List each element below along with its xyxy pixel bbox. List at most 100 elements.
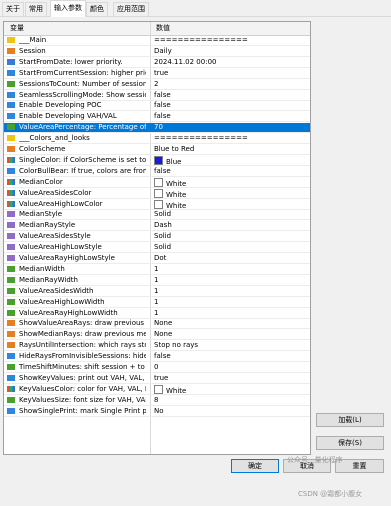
param-row[interactable]: TimeShiftMinutes: shift session + to the… [4, 363, 310, 373]
param-name: Session [19, 46, 46, 55]
param-value[interactable]: None [154, 319, 304, 328]
param-name: ValueAreaHighLowStyle [19, 243, 102, 252]
param-row[interactable]: ValueAreaSidesColor White [4, 188, 310, 199]
param-name: ValueAreaHighLowWidth [19, 297, 105, 306]
param-row[interactable]: KeyValuesSize: font size for VAH, VAL...… [4, 396, 310, 406]
param-value[interactable]: 1 [154, 309, 304, 318]
param-row[interactable]: ValueAreaHighLowWidth 1 [4, 298, 310, 308]
param-row[interactable]: SingleColor: if ColorScheme is set to S.… [4, 155, 310, 166]
param-name: ValueAreaSidesStyle [19, 232, 91, 241]
param-value[interactable]: 1 [154, 265, 304, 274]
tab-about[interactable]: 关于 [2, 2, 24, 16]
param-row[interactable]: StartFromCurrentSession: higher prior...… [4, 69, 310, 79]
header-variable: 变量 [10, 24, 24, 32]
param-row[interactable]: KeyValuesColor: color for VAH, VAL, P...… [4, 384, 310, 395]
param-row[interactable]: ValueAreaPercentage: Percentage of T... 7… [4, 123, 310, 134]
param-value[interactable]: ================ [154, 36, 304, 45]
param-name: RaysUntilIntersection: which rays stop .… [19, 341, 146, 350]
load-button[interactable]: 加载(L) [316, 413, 384, 427]
param-value[interactable]: Blue to Red [154, 145, 304, 154]
param-row[interactable]: ValueAreaHighLowStyle Solid [4, 243, 310, 254]
param-value[interactable]: Dash [154, 221, 304, 230]
number-icon [7, 396, 15, 403]
param-row[interactable]: ___Main ================ [4, 36, 310, 46]
param-value[interactable]: 70 [154, 123, 304, 132]
param-row[interactable]: ___Colors_and_looks ================ [4, 134, 310, 145]
param-value[interactable]: Blue [154, 155, 304, 165]
param-row[interactable]: StartFromDate: lower priority. 2024.11.02… [4, 58, 310, 68]
param-icon-cell [7, 319, 17, 328]
param-row[interactable]: Enable Developing VAH/VAL false [4, 112, 310, 123]
param-row[interactable]: ShowMedianRays: draw previous med... None [4, 330, 310, 341]
param-value[interactable]: 2 [154, 80, 304, 89]
param-name: ___Main [19, 36, 47, 44]
color-swatch [154, 384, 163, 394]
line-style-icon [7, 255, 15, 261]
param-value[interactable]: Daily [154, 47, 304, 56]
param-value[interactable]: true [154, 69, 304, 78]
param-row[interactable]: ColorBullBear: If true, colors are from.… [4, 167, 310, 177]
param-icon-cell [7, 101, 17, 110]
param-value[interactable]: 2024.11.02 00:00 [154, 58, 304, 67]
inputs-grid[interactable]: 变量 数值 ___Main ================ Session Dail… [3, 21, 311, 455]
param-row[interactable]: RaysUntilIntersection: which rays stop .… [4, 341, 310, 352]
param-icon-cell [7, 210, 17, 219]
param-icon-cell [7, 330, 17, 339]
param-row[interactable]: MedianWidth 1 [4, 265, 310, 275]
param-row[interactable]: ValueAreaSidesStyle Solid [4, 232, 310, 243]
param-value[interactable]: 1 [154, 287, 304, 296]
param-value[interactable]: None [154, 330, 304, 339]
param-value[interactable]: Solid [154, 232, 304, 241]
param-value[interactable]: 1 [154, 276, 304, 285]
param-row[interactable]: MedianColor White [4, 177, 310, 188]
param-name: ValueAreaRayHighLowStyle [19, 254, 115, 262]
param-row[interactable]: ValueAreaRayHighLowStyle Dot [4, 254, 310, 264]
param-value[interactable]: false [154, 352, 304, 361]
param-value[interactable]: Solid [154, 210, 304, 219]
param-value[interactable]: Stop no rays [154, 341, 304, 350]
param-value[interactable]: false [154, 112, 304, 121]
param-row[interactable]: ValueAreaHighLowColor White [4, 199, 310, 210]
param-row[interactable]: ShowKeyValues: print out VAH, VAL, P... t… [4, 374, 310, 384]
param-value[interactable]: White [154, 384, 304, 394]
param-row[interactable]: ShowSinglePrint: mark Single Print pro..… [4, 407, 310, 417]
param-value[interactable]: Dot [154, 254, 304, 263]
param-value[interactable]: ================ [154, 134, 304, 143]
param-value[interactable]: false [154, 91, 304, 100]
param-row[interactable]: MedianStyle Solid [4, 210, 310, 221]
param-row[interactable]: ValueAreaRayHighLowWidth 1 [4, 309, 310, 319]
param-icon-cell [7, 363, 17, 372]
param-value[interactable]: White [154, 199, 304, 209]
tab-common[interactable]: 常用 [25, 2, 47, 16]
param-row[interactable]: MedianRayStyle Dash [4, 221, 310, 232]
param-name: SingleColor: if ColorScheme is set to S.… [19, 155, 146, 164]
param-name: ValueAreaPercentage: Percentage of T... [19, 123, 146, 132]
param-value[interactable]: White [154, 177, 304, 187]
param-name: MedianColor [19, 177, 63, 186]
param-row[interactable]: Session Daily [4, 47, 310, 57]
param-row[interactable]: Enable Developing POC false [4, 101, 310, 112]
param-value[interactable]: false [154, 101, 304, 110]
param-value[interactable]: 8 [154, 396, 304, 405]
param-row[interactable]: SessionsToCount: Number of sessions... 2 [4, 80, 310, 90]
param-value[interactable]: No [154, 407, 304, 416]
param-value[interactable]: 1 [154, 298, 304, 307]
param-value[interactable]: White [154, 188, 304, 198]
param-name: MedianWidth [19, 264, 65, 273]
param-row[interactable]: SeamlessScrollingMode: Show sessio... fal… [4, 91, 310, 101]
param-row[interactable]: MedianRayWidth 1 [4, 276, 310, 286]
tab-inputs[interactable]: 输入参数 [50, 0, 86, 17]
param-row[interactable]: ValueAreaSidesWidth 1 [4, 287, 310, 297]
param-icon-cell [7, 145, 17, 154]
param-value[interactable]: Solid [154, 243, 304, 252]
save-button[interactable]: 保存(S) [316, 436, 384, 450]
param-row[interactable]: ColorScheme Blue to Red [4, 145, 310, 155]
param-row[interactable]: HideRaysFromInvisibleSessions: hide r...… [4, 352, 310, 363]
param-value[interactable]: 0 [154, 363, 304, 372]
param-row[interactable]: ShowValueAreaRays: draw previous v... Non… [4, 319, 310, 330]
tab-visualization[interactable]: 应用范围 [113, 2, 149, 16]
tab-colors[interactable]: 颜色 [86, 2, 108, 16]
param-value[interactable]: false [154, 167, 304, 176]
param-value[interactable]: true [154, 374, 304, 383]
ok-button[interactable]: 确定 [231, 459, 279, 473]
